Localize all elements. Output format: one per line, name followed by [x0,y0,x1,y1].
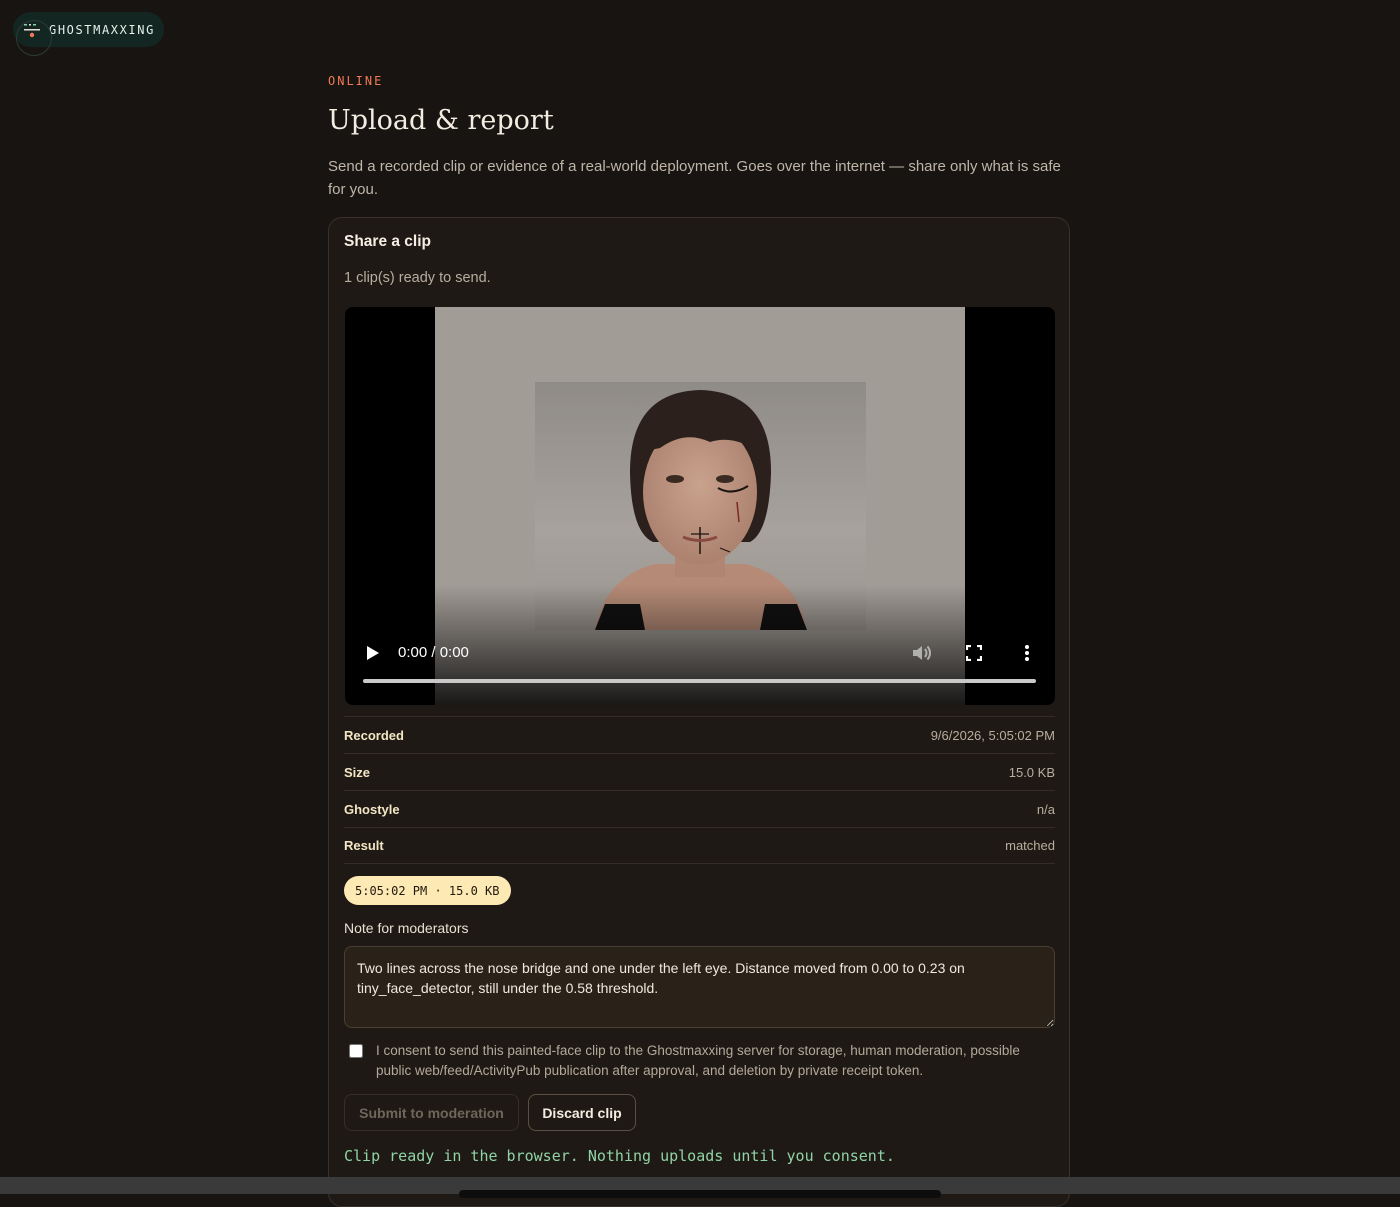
meta-label: Ghostyle [344,801,400,817]
meta-label: Recorded [344,727,404,743]
card-title: Share a clip [344,233,432,250]
consent-checkbox[interactable] [349,1044,363,1058]
meta-value: matched [1005,838,1055,853]
clip-count: 1 clip(s) ready to send. [344,270,491,286]
meta-row-ghostyle: Ghostyle n/a [344,790,1055,827]
page-title: Upload & report [328,105,554,136]
consent-text: I consent to send this painted-face clip… [376,1043,1020,1078]
page-description: Send a recorded clip or evidence of a re… [328,158,1061,198]
meta-value: 9/6/2026, 5:05:02 PM [930,727,1055,743]
video-progress-bar[interactable] [363,679,1036,683]
discard-clip-button[interactable]: Discard clip [528,1094,636,1131]
meta-label: Result [344,838,384,853]
meta-value: 15.0 KB [1008,764,1055,780]
meta-row-result: Result matched [344,827,1055,864]
clip-metadata-list: Recorded 9/6/2026, 5:05:02 PM Size 15.0 … [344,716,1055,864]
brand-ring-decoration [16,20,52,56]
fullscreen-icon[interactable] [965,644,983,662]
meta-row-recorded: Recorded 9/6/2026, 5:05:02 PM [344,716,1055,753]
video-player[interactable]: 0:00 / 0:00 [345,307,1055,705]
moderator-note-textarea[interactable]: Two lines across the nose bridge and one… [344,946,1055,1028]
meta-row-size: Size 15.0 KB [344,753,1055,790]
submit-button[interactable]: Submit to moderation [344,1094,519,1131]
meta-label: Size [344,764,371,780]
bottom-handle[interactable] [459,1190,941,1198]
video-time: 0:00 / 0:00 [398,644,469,661]
status-eyebrow: ONLINE [328,74,384,88]
more-vertical-icon[interactable] [1023,643,1031,663]
volume-icon[interactable] [911,643,933,663]
status-message: Clip ready in the browser. Nothing uploa… [344,1147,895,1165]
clip-chip[interactable]: 5:05:02 PM · 15.0 KB [344,876,511,905]
play-icon[interactable] [365,644,381,662]
meta-value: n/a [1036,801,1055,817]
note-label: Note for moderators [344,920,469,936]
brand-name: GHOSTMAXXING [49,22,155,37]
